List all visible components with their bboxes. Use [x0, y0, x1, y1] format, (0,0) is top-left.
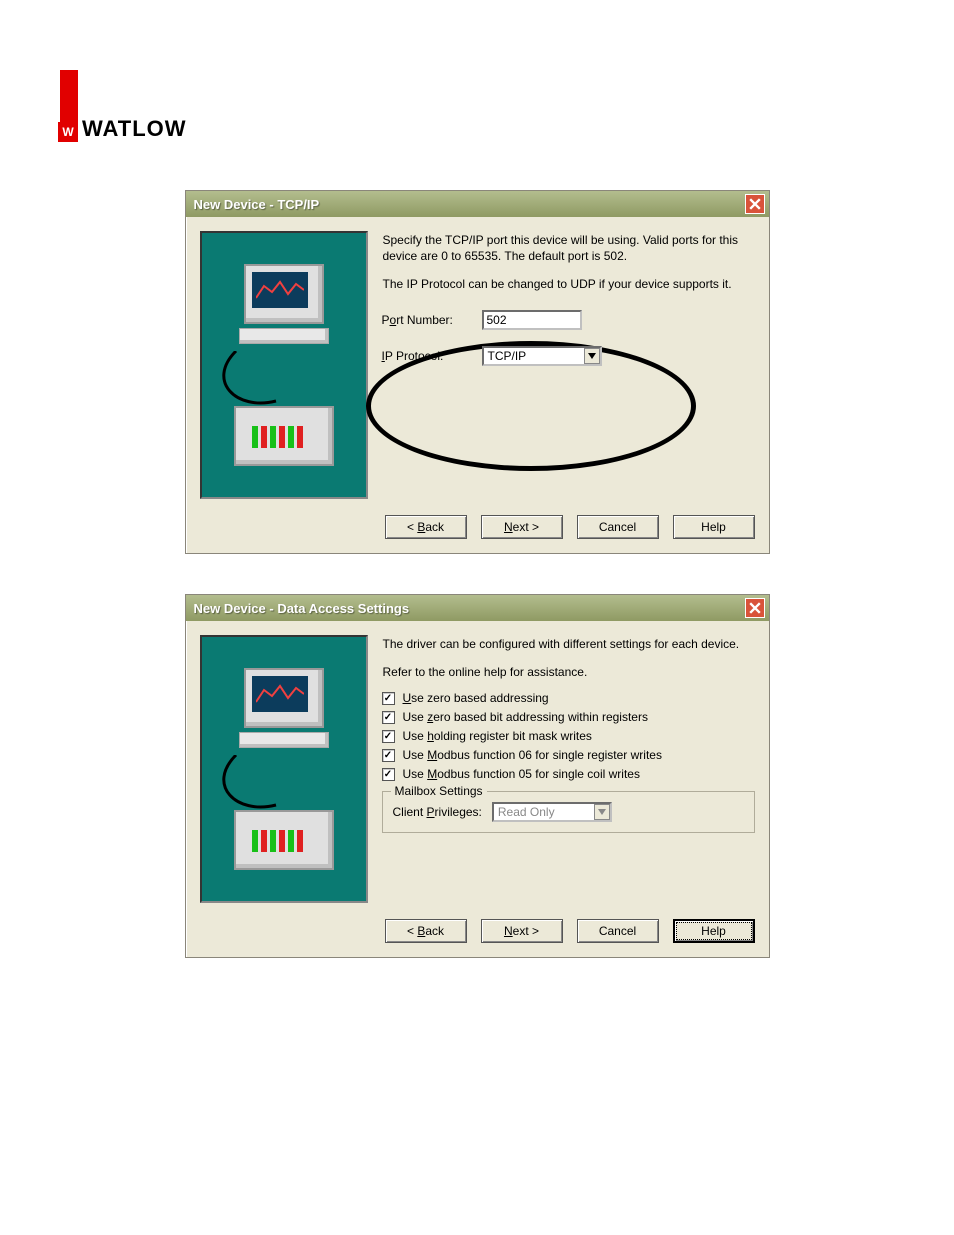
- close-button[interactable]: [745, 194, 765, 214]
- ip-protocol-label: IP Protocol:: [382, 349, 482, 363]
- description-text-1: Specify the TCP/IP port this device will…: [382, 231, 755, 265]
- dialog-tcpip: New Device - TCP/IP: [185, 190, 770, 554]
- logo-badge: W: [58, 122, 78, 142]
- next-button[interactable]: Next >: [481, 919, 563, 943]
- checkbox-label: Use zero based bit addressing within reg…: [403, 710, 648, 724]
- device-icon: [234, 406, 334, 466]
- wizard-image: [200, 635, 368, 903]
- port-number-input[interactable]: [482, 310, 582, 330]
- dialog-data-access: New Device - Data Access Settings: [185, 594, 770, 958]
- titlebar: New Device - Data Access Settings: [186, 595, 769, 621]
- monitor-icon: [234, 668, 334, 748]
- help-button[interactable]: Help: [673, 919, 755, 943]
- wizard-image: [200, 231, 368, 499]
- checkbox-row: Use Modbus function 05 for single coil w…: [382, 767, 755, 781]
- chevron-down-icon: [584, 348, 600, 364]
- back-button[interactable]: < Back: [385, 515, 467, 539]
- client-privileges-select: Read Only: [492, 802, 612, 822]
- checkbox[interactable]: [382, 692, 395, 705]
- checkbox[interactable]: [382, 730, 395, 743]
- fieldset-legend: Mailbox Settings: [391, 784, 487, 798]
- checkbox-row: Use zero based bit addressing within reg…: [382, 710, 755, 724]
- logo-bar: W: [60, 70, 78, 140]
- close-button[interactable]: [745, 598, 765, 618]
- device-icon: [234, 810, 334, 870]
- chevron-down-icon: [594, 804, 610, 820]
- checkbox-label: Use Modbus function 06 for single regist…: [403, 748, 662, 762]
- ip-protocol-value: TCP/IP: [488, 349, 527, 363]
- checkbox-label: Use holding register bit mask writes: [403, 729, 592, 743]
- description-text-2: Refer to the online help for assistance.: [382, 663, 755, 681]
- client-privileges-label: Client Privileges:: [393, 805, 482, 819]
- checkbox-row: Use zero based addressing: [382, 691, 755, 705]
- titlebar: New Device - TCP/IP: [186, 191, 769, 217]
- help-button[interactable]: Help: [673, 515, 755, 539]
- cancel-button[interactable]: Cancel: [577, 919, 659, 943]
- client-privileges-value: Read Only: [498, 805, 555, 819]
- monitor-icon: [234, 264, 334, 344]
- port-number-label: Port Number:: [382, 313, 482, 327]
- mailbox-settings-group: Mailbox Settings Client Privileges: Read…: [382, 791, 755, 833]
- dialog-title: New Device - TCP/IP: [194, 197, 320, 212]
- checkbox[interactable]: [382, 768, 395, 781]
- cancel-button[interactable]: Cancel: [577, 515, 659, 539]
- checkbox-label: Use Modbus function 05 for single coil w…: [403, 767, 640, 781]
- checkbox[interactable]: [382, 749, 395, 762]
- ip-protocol-select[interactable]: TCP/IP: [482, 346, 602, 366]
- close-icon: [749, 198, 761, 210]
- brand-logo: W WATLOW: [60, 70, 894, 140]
- checkbox[interactable]: [382, 711, 395, 724]
- checkbox-row: Use Modbus function 06 for single regist…: [382, 748, 755, 762]
- description-text-2: The IP Protocol can be changed to UDP if…: [382, 275, 755, 293]
- checkbox-row: Use holding register bit mask writes: [382, 729, 755, 743]
- description-text-1: The driver can be configured with differ…: [382, 635, 755, 653]
- checkbox-label: Use zero based addressing: [403, 691, 549, 705]
- back-button[interactable]: < Back: [385, 919, 467, 943]
- brand-name: WATLOW: [82, 116, 187, 142]
- next-button[interactable]: Next >: [481, 515, 563, 539]
- close-icon: [749, 602, 761, 614]
- dialog-title: New Device - Data Access Settings: [194, 601, 410, 616]
